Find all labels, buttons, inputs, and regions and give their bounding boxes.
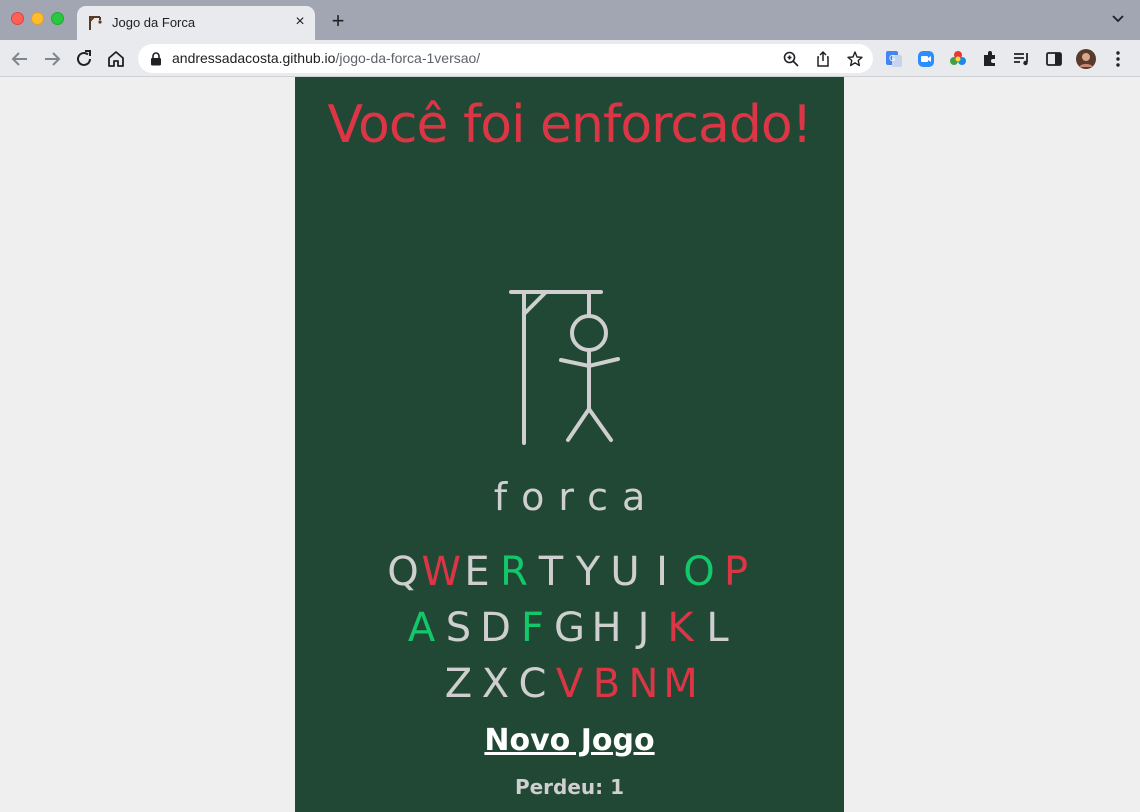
close-tab-icon[interactable]: × <box>292 12 308 32</box>
keyboard-row-2: ASDFGHJKL <box>295 605 844 651</box>
lock-icon[interactable] <box>150 52 162 66</box>
key-u[interactable]: U <box>607 549 644 595</box>
extensions-puzzle-icon[interactable] <box>980 49 1000 69</box>
key-z[interactable]: Z <box>440 661 477 707</box>
hangman-left-leg <box>566 407 591 442</box>
secret-word: forca <box>493 475 660 519</box>
forward-arrow-icon[interactable] <box>41 48 63 70</box>
reload-icon[interactable] <box>73 48 95 70</box>
url-text[interactable]: andressadacosta.github.io/jogo-da-forca-… <box>172 50 480 66</box>
key-n[interactable]: N <box>625 661 662 707</box>
share-icon[interactable] <box>814 50 832 68</box>
url-host: andressadacosta.github.io <box>172 50 336 66</box>
key-y[interactable]: Y <box>570 549 607 595</box>
media-playlist-icon[interactable] <box>1012 49 1032 69</box>
address-bar[interactable]: andressadacosta.github.io/jogo-da-forca-… <box>138 44 873 73</box>
key-l[interactable]: L <box>699 605 736 651</box>
hangman-head <box>570 314 608 352</box>
gallows-brace <box>522 290 548 316</box>
tab-strip: Jogo da Forca × + <box>0 0 1140 40</box>
chevron-down-icon[interactable] <box>1110 12 1126 26</box>
game-over-headline: Você foi enforcado! <box>327 95 813 155</box>
key-w[interactable]: W <box>422 549 462 595</box>
new-game-link[interactable]: Novo Jogo <box>295 723 844 758</box>
key-d[interactable]: D <box>477 605 514 651</box>
new-tab-button[interactable]: + <box>328 9 348 33</box>
back-arrow-icon[interactable] <box>9 48 31 70</box>
close-window-button[interactable] <box>11 12 24 25</box>
key-t[interactable]: T <box>533 549 570 595</box>
key-p[interactable]: P <box>718 549 755 595</box>
zoom-icon[interactable] <box>782 50 800 68</box>
translate-extension-icon[interactable]: G <box>884 49 904 69</box>
game-board: Você foi enforcado! forca QWE R T Y U I O P ASD… <box>295 77 844 812</box>
key-r[interactable]: R <box>496 549 533 595</box>
key-a[interactable]: A <box>403 605 440 651</box>
keyboard-row-1: QWE R T Y U I O P <box>295 549 844 595</box>
browser-toolbar: andressadacosta.github.io/jogo-da-forca-… <box>0 40 1140 77</box>
bookmark-star-icon[interactable] <box>846 50 864 68</box>
key-m[interactable]: M <box>662 661 699 707</box>
key-x[interactable]: X <box>477 661 514 707</box>
active-tab[interactable]: Jogo da Forca × <box>77 6 315 40</box>
svg-text:G: G <box>889 54 895 63</box>
profile-avatar-icon[interactable] <box>1076 49 1096 69</box>
key-h[interactable]: H <box>588 605 625 651</box>
color-picker-extension-icon[interactable] <box>948 49 968 69</box>
tab-title: Jogo da Forca <box>112 15 196 30</box>
loss-counter: Perdeu: 1 <box>514 775 625 799</box>
key-q[interactable]: Q <box>385 549 422 595</box>
key-j[interactable]: J <box>625 605 662 651</box>
key-b[interactable]: B <box>588 661 625 707</box>
key-o[interactable]: O <box>681 549 718 595</box>
hangman-right-leg <box>587 407 613 442</box>
hangman-drawing <box>509 290 620 445</box>
maximize-window-button[interactable] <box>51 12 64 25</box>
keyboard-row-3: ZXCVBNM <box>295 661 844 707</box>
key-v[interactable]: V <box>551 661 588 707</box>
key-c[interactable]: C <box>514 661 551 707</box>
key-s[interactable]: S <box>440 605 477 651</box>
key-k[interactable]: K <box>662 605 699 651</box>
page-viewport: Você foi enforcado! forca QWE R T Y U I O P ASD… <box>0 77 1140 812</box>
more-menu-icon[interactable] <box>1108 49 1128 69</box>
gallows-icon <box>89 16 102 30</box>
zoom-extension-icon[interactable] <box>916 49 936 69</box>
key-i[interactable]: I <box>644 549 681 595</box>
key-g[interactable]: G <box>551 605 588 651</box>
minimize-window-button[interactable] <box>31 12 44 25</box>
url-path: /jogo-da-forca-1versao/ <box>335 50 481 66</box>
side-panel-icon[interactable] <box>1044 49 1064 69</box>
home-icon[interactable] <box>105 48 127 70</box>
key-f[interactable]: F <box>514 605 551 651</box>
key-e[interactable]: E <box>459 549 496 595</box>
